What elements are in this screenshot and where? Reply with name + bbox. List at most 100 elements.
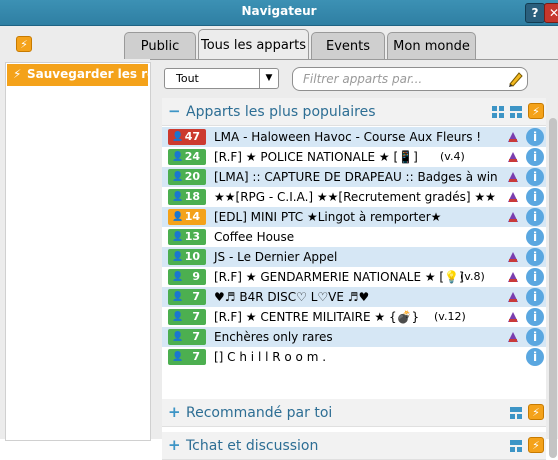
room-name: [EDL] MINI PTC ★Lingot à remporter★ — [214, 210, 442, 224]
section-recommended-header[interactable]: + Recommandé par toi ⚡ — [162, 399, 546, 427]
person-icon: 👤 — [172, 312, 184, 322]
group-icon — [508, 252, 518, 262]
room-name: ★★[RPG - C.I.A.] ★★[Recrutement gradés] … — [214, 190, 496, 204]
user-count-badge: 👤 9 — [168, 269, 206, 285]
section-title: Recommandé par toi — [186, 405, 333, 421]
room-row[interactable]: 👤 7 [] C h i l l R o o m . i — [162, 347, 546, 367]
grid-view-icon[interactable] — [492, 106, 504, 118]
room-row[interactable]: 👤 7 ♥♬ B4R DISC♡ L♡VE ♬♥ i — [162, 287, 546, 307]
pencil-icon[interactable] — [507, 70, 525, 88]
person-icon: 👤 — [172, 212, 184, 222]
info-icon[interactable]: i — [526, 168, 544, 186]
room-name: JS - Le Dernier Appel — [214, 250, 338, 264]
person-icon: 👤 — [172, 272, 184, 282]
room-name: LMA - Haloween Havoc - Course Aux Fleurs… — [214, 130, 482, 144]
group-icon — [508, 132, 518, 142]
person-icon: 👤 — [172, 152, 184, 162]
user-count-badge: 👤 47 — [168, 129, 206, 145]
close-button[interactable]: ✕ — [544, 3, 558, 23]
filter-type-value: Tout — [176, 72, 199, 85]
info-icon[interactable]: i — [526, 188, 544, 206]
user-count-badge: 👤 13 — [168, 229, 206, 245]
scrollbar[interactable] — [548, 98, 558, 458]
user-count-badge: 👤 14 — [168, 209, 206, 225]
group-icon — [508, 312, 518, 322]
list-view-icon[interactable] — [510, 407, 522, 419]
collapse-icon[interactable]: − — [168, 102, 181, 120]
room-name: Coffee House — [214, 230, 295, 244]
lightning-icon: ⚡ — [13, 67, 22, 81]
group-icon — [508, 192, 518, 202]
room-version: (v.4) — [440, 150, 465, 163]
room-version: (v.12) — [434, 310, 466, 323]
user-count-badge: 👤 20 — [168, 169, 206, 185]
group-icon — [508, 152, 518, 162]
lightning-icon[interactable]: ⚡ — [528, 404, 544, 420]
room-row[interactable]: 👤 7 [R.F] ★ CENTRE MILITAIRE ★ {💣} (v.12)… — [162, 307, 546, 327]
room-version: (v.8) — [460, 270, 485, 283]
group-icon — [508, 332, 518, 342]
tab-all-rooms[interactable]: Tous les apparts — [198, 29, 309, 60]
info-icon[interactable]: i — [526, 268, 544, 286]
info-icon[interactable]: i — [526, 348, 544, 366]
info-icon[interactable]: i — [526, 208, 544, 226]
save-searches-button[interactable]: ⚡ Sauvegarder les recherches — [7, 64, 148, 86]
help-button[interactable]: ? — [525, 3, 545, 23]
person-icon: 👤 — [172, 252, 184, 262]
tab-public[interactable]: Public — [124, 32, 196, 59]
user-count-badge: 👤 7 — [168, 349, 206, 365]
room-row[interactable]: 👤 13 Coffee House i — [162, 227, 546, 247]
person-icon: 👤 — [172, 132, 184, 142]
tab-events[interactable]: Events — [311, 32, 385, 59]
lightning-icon[interactable]: ⚡ — [528, 437, 544, 453]
room-row[interactable]: 👤 14 [EDL] MINI PTC ★Lingot à remporter★ … — [162, 207, 546, 227]
section-chat-header[interactable]: + Tchat et discussion ⚡ — [162, 432, 546, 460]
room-name: [R.F] ★ GENDARMERIE NATIONALE ★ [💡] — [214, 270, 464, 284]
room-name: Enchères only rares — [214, 330, 333, 344]
room-name: [] C h i l l R o o m . — [214, 350, 327, 364]
room-row[interactable]: 👤 10 JS - Le Dernier Appel i — [162, 247, 546, 267]
room-row[interactable]: 👤 47 LMA - Haloween Havoc - Course Aux Fl… — [162, 127, 546, 147]
room-name: [R.F] ★ POLICE NATIONALE ★ [📱] — [214, 150, 418, 164]
lightning-icon[interactable]: ⚡ — [16, 36, 32, 52]
scrollbar-thumb[interactable] — [549, 118, 557, 458]
room-name: [R.F] ★ CENTRE MILITAIRE ★ {💣} — [214, 310, 420, 324]
room-row[interactable]: 👤 18 ★★[RPG - C.I.A.] ★★[Recrutement grad… — [162, 187, 546, 207]
info-icon[interactable]: i — [526, 248, 544, 266]
lightning-icon[interactable]: ⚡ — [528, 103, 544, 119]
person-icon: 👤 — [172, 172, 184, 182]
info-icon[interactable]: i — [526, 308, 544, 326]
person-icon: 👤 — [172, 192, 184, 202]
group-icon — [508, 292, 518, 302]
group-icon — [508, 212, 518, 222]
search-field[interactable] — [292, 67, 528, 91]
person-icon: 👤 — [172, 292, 184, 302]
info-icon[interactable]: i — [526, 128, 544, 146]
info-icon[interactable]: i — [526, 228, 544, 246]
section-title: Tchat et discussion — [186, 438, 319, 454]
room-name: ♥♬ B4R DISC♡ L♡VE ♬♥ — [214, 290, 370, 304]
person-icon: 👤 — [172, 352, 184, 362]
user-count-badge: 👤 18 — [168, 189, 206, 205]
info-icon[interactable]: i — [526, 288, 544, 306]
group-icon — [508, 172, 518, 182]
list-view-icon[interactable] — [510, 440, 522, 452]
room-row[interactable]: 👤 9 [R.F] ★ GENDARMERIE NATIONALE ★ [💡] (… — [162, 267, 546, 287]
person-icon: 👤 — [172, 232, 184, 242]
section-title: Apparts les plus populaires — [186, 104, 376, 120]
room-row[interactable]: 👤 24 [R.F] ★ POLICE NATIONALE ★ [📱] (v.4)… — [162, 147, 546, 167]
section-popular-header[interactable]: − Apparts les plus populaires ⚡ — [162, 98, 546, 126]
expand-icon[interactable]: + — [168, 403, 181, 421]
navigator-panel: ⚡ ⚡ Sauvegarder les recherches Public To… — [0, 26, 558, 460]
room-name: [LMA] :: CAPTURE DE DRAPEAU :: Badges à … — [214, 170, 498, 184]
tab-my-world[interactable]: Mon monde — [387, 32, 476, 59]
person-icon: 👤 — [172, 332, 184, 342]
user-count-badge: 👤 24 — [168, 149, 206, 165]
info-icon[interactable]: i — [526, 148, 544, 166]
room-row[interactable]: 👤 7 Enchères only rares i — [162, 327, 546, 347]
list-view-icon[interactable] — [510, 106, 522, 118]
info-icon[interactable]: i — [526, 328, 544, 346]
filter-type-select[interactable]: Tout ▼ — [164, 68, 279, 89]
room-row[interactable]: 👤 20 [LMA] :: CAPTURE DE DRAPEAU :: Badge… — [162, 167, 546, 187]
search-input[interactable] — [301, 71, 495, 87]
